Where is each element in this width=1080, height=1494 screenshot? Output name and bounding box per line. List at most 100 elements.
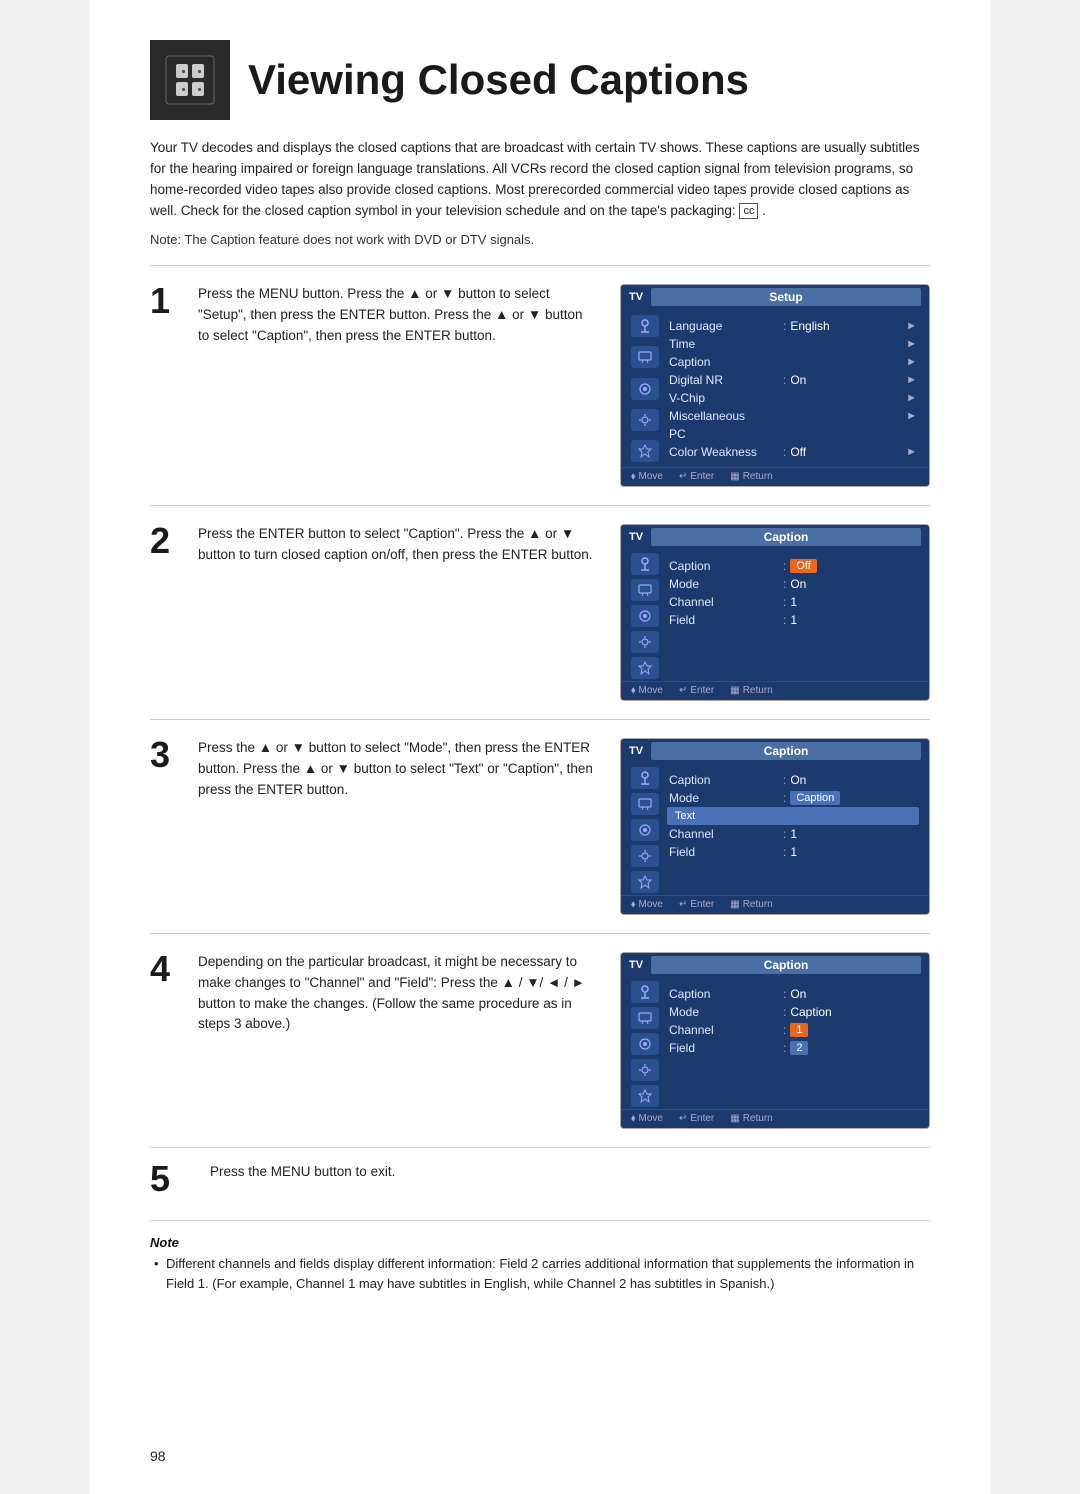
tv-footer-icon: ⬧ [631,685,636,696]
tv-footer-item: ▦Return [730,685,772,696]
tv-panel-header: TVCaption [621,739,929,763]
tv-menu-icon [631,315,659,337]
tv-row-label: Mode [669,791,779,805]
tv-menu-icon [631,767,659,789]
tv-row-label: Language [669,319,779,333]
tv-footer-label: Move [639,1113,663,1124]
tv-row-label: Channel [669,595,779,609]
tv-row-sep: : [783,1023,786,1037]
step-3-number: 3 [150,734,186,776]
tv-row-label: Field [669,845,779,859]
tv-row-sep: : [783,773,786,787]
tv-footer-label: Move [639,685,663,696]
tv-panel-title: Caption [651,956,921,974]
tv-row-sep: : [783,845,786,859]
tv-menu-icon [631,1007,659,1029]
tv-footer-icon: ⬧ [631,1113,636,1124]
step-1-number: 1 [150,280,186,322]
tv-icons-column [631,981,661,1107]
tv-footer-icon: ▦ [730,1113,739,1124]
tv-menu-row: Caption:On [667,771,919,789]
tv-row-arrow: ► [906,446,917,458]
step-3-text: Press the ▲ or ▼ button to select "Mode"… [198,738,596,801]
step-4-text: Depending on the particular broadcast, i… [198,952,596,1036]
tv-footer-item: ▦Return [730,899,772,910]
page-number: 98 [150,1448,166,1464]
tv-menu-row: Language:English► [667,317,919,335]
tv-menu-icon [631,1059,659,1081]
tv-row-sep: : [783,577,786,591]
tv-row-arrow: ► [906,374,917,386]
tv-menu-row: Digital NR:On► [667,371,919,389]
tv-row-sep: : [783,595,786,609]
tv-icons-column [631,553,661,679]
tv-row-label: Caption [669,773,779,787]
tv-row-value: 1 [790,1023,808,1037]
tv-row-sep: : [783,987,786,1001]
tv-menu-icon [631,793,659,815]
step-2-number: 2 [150,520,186,562]
tv-row-sep: : [783,373,786,387]
tv-menu-row: Channel:1 [667,1021,919,1039]
tv-panel-footer: ⬧Move↵Enter▦Return [621,895,929,914]
tv-panel-header: TVCaption [621,953,929,977]
step-5-number: 5 [150,1158,186,1200]
tv-row-arrow: ► [906,410,917,422]
tv-footer-icon: ⬧ [631,471,636,482]
step-5-section: 5 Press the MENU button to exit. [150,1147,930,1210]
tv-row-value: Text [669,809,701,823]
note-title: Note [150,1235,930,1250]
tv-panel-header: TV Setup [621,285,929,309]
tv-menu-icon [631,553,659,575]
tv-menu-row: Caption:Off [667,557,919,575]
tv-menu-row: Mode:Caption [667,789,919,807]
step-5-text: Press the MENU button to exit. [210,1162,930,1183]
tv-panel-body: Caption:OffMode:OnChannel:1Field:1 [621,549,929,681]
tv-footer-icon: ▦ [730,471,739,482]
tv-menu-row: Field:2 [667,1039,919,1057]
tv-row-sep: : [783,613,786,627]
tv-footer-icon: ↵ [679,471,687,482]
tv-row-label: Caption [669,987,779,1001]
tv-menu-icon [631,871,659,893]
tv-menu-row: V-Chip► [667,389,919,407]
tv-row-value: On [790,987,806,1001]
tv-row-label: Miscellaneous [669,409,779,423]
tv-row-sep: : [783,319,786,333]
tv-menu-row: PC [667,425,919,443]
tv-row-value: On [790,373,806,387]
intro-paragraph: Your TV decodes and displays the closed … [150,138,930,222]
step-2-text: Press the ENTER button to select "Captio… [198,524,596,566]
tv-row-value: Off [790,445,806,459]
tv-panel-footer: ⬧Move↵Enter▦Return [621,467,929,486]
tv-row-label: Field [669,1041,779,1055]
cc-badge: cc [739,203,758,219]
tv-footer-icon: ↵ [679,1113,687,1124]
tv-panel-title: Setup [651,288,921,306]
tv-footer-label: Return [743,685,773,696]
tv-footer-label: Enter [690,1113,714,1124]
tv-panel-body: Caption:OnMode:CaptionChannel:1Field:2 [621,977,929,1109]
page-title: Viewing Closed Captions [248,56,749,104]
tv-row-value: Caption [790,791,840,805]
tv-row-sep: : [783,1041,786,1055]
tv-footer-label: Enter [690,685,714,696]
tv-footer-item: ⬧Move [631,1113,663,1124]
tv-icons-column [631,767,661,893]
tv-row-value: English [790,319,829,333]
tv-label: TV [629,291,643,303]
note-bullet: Different channels and fields display di… [150,1254,930,1294]
tv-panel-footer: ⬧Move↵Enter▦Return [621,1109,929,1128]
tv-menu-icon [631,346,659,368]
tv-menu-icon [631,1085,659,1107]
tv-row-label: PC [669,427,779,441]
tv-footer-item: ⬧Move [631,471,663,482]
tv-row-value: 1 [790,613,797,627]
tv-footer-label: Return [743,471,773,482]
tv-menu-row: Text [667,807,919,825]
tv-menu-row: Miscellaneous ► [667,407,919,425]
tv-footer-icon: ▦ [730,899,739,910]
step-1-text: Press the MENU button. Press the ▲ or ▼ … [198,284,596,347]
tv-row-label: Color Weakness [669,445,779,459]
tv-menu-rows: Caption:OffMode:OnChannel:1Field:1 [667,553,919,679]
